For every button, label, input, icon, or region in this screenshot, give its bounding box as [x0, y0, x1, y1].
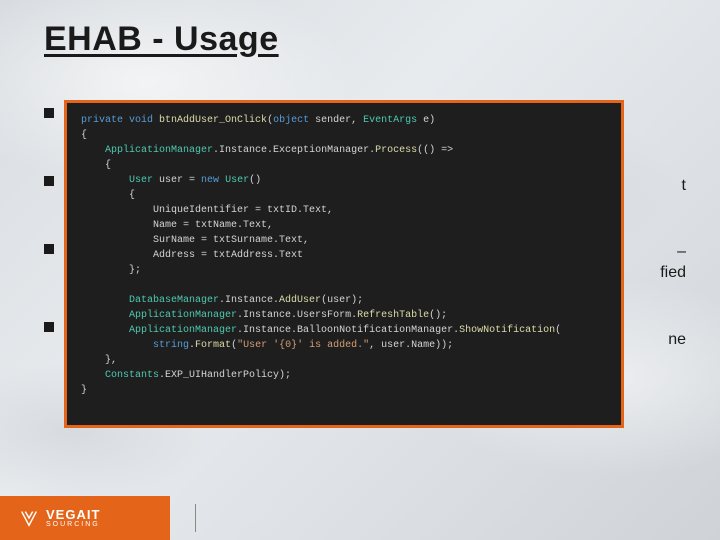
occluded-text-fragment: ne — [668, 330, 686, 351]
brand-subtext: SOURCING — [46, 521, 100, 528]
brand-logo: VEGAIT SOURCING — [18, 507, 100, 529]
bullet-marker — [44, 108, 54, 118]
footer-brand-bar: VEGAIT SOURCING — [0, 496, 170, 540]
bullet-marker — [44, 322, 54, 332]
code-frame: private void btnAddUser_OnClick(object s… — [64, 100, 624, 428]
footer-divider — [195, 504, 196, 532]
bullet-marker — [44, 244, 54, 254]
bullet-marker — [44, 176, 54, 186]
occluded-text-fragment: – fied — [660, 242, 686, 284]
brand-name: VEGAIT — [46, 508, 100, 521]
bullet-markers — [44, 108, 54, 390]
occluded-text-fragment: t — [682, 176, 686, 197]
slide-title: EHAB - Usage — [44, 20, 279, 59]
code-block: private void btnAddUser_OnClick(object s… — [67, 103, 621, 425]
brand-mark-icon — [18, 507, 40, 529]
